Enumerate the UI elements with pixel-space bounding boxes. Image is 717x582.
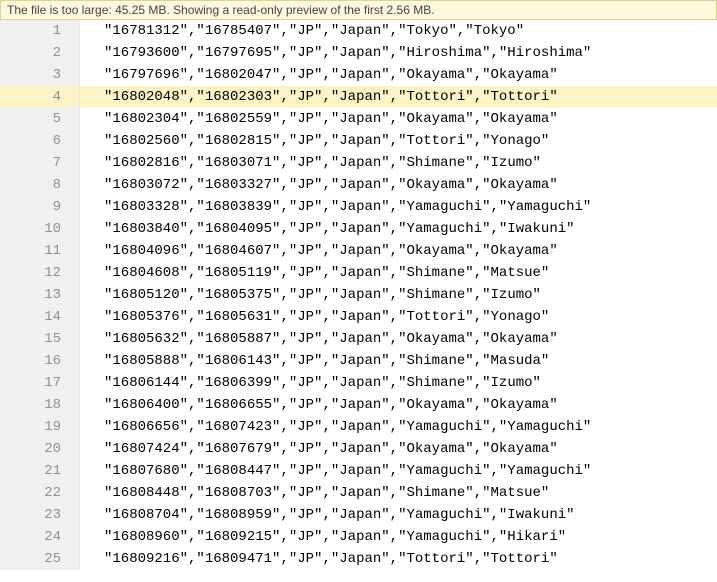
line-number: 5 (0, 108, 80, 130)
line-number: 4 (0, 86, 80, 108)
code-line: "16803072","16803327","JP","Japan","Okay… (80, 174, 717, 196)
code-line: "16806400","16806655","JP","Japan","Okay… (80, 394, 717, 416)
notice-filesize: 45.25 MB (115, 3, 166, 17)
line-number: 19 (0, 416, 80, 438)
code-row[interactable]: 22"16808448","16808703","JP","Japan","Sh… (0, 482, 717, 504)
code-row[interactable]: 21"16807680","16808447","JP","Japan","Ya… (0, 460, 717, 482)
code-row[interactable]: 25"16809216","16809471","JP","Japan","To… (0, 548, 717, 570)
code-line: "16808704","16808959","JP","Japan","Yama… (80, 504, 717, 526)
code-line: "16802048","16802303","JP","Japan","Tott… (80, 86, 717, 108)
code-row[interactable]: 12"16804608","16805119","JP","Japan","Sh… (0, 262, 717, 284)
editor-viewport[interactable]: 1"16781312","16785407","JP","Japan","Tok… (0, 20, 717, 582)
line-number: 17 (0, 372, 80, 394)
code-line: "16793600","16797695","JP","Japan","Hiro… (80, 42, 717, 64)
line-number: 18 (0, 394, 80, 416)
code-row[interactable]: 11"16804096","16804607","JP","Japan","Ok… (0, 240, 717, 262)
line-number: 9 (0, 196, 80, 218)
code-row[interactable]: 16"16805888","16806143","JP","Japan","Sh… (0, 350, 717, 372)
line-number: 15 (0, 328, 80, 350)
notice-prefix: The file is too large: (7, 3, 115, 17)
code-line: "16781312","16785407","JP","Japan","Toky… (80, 20, 717, 42)
line-number: 22 (0, 482, 80, 504)
line-number: 7 (0, 152, 80, 174)
line-number: 10 (0, 218, 80, 240)
code-line: "16803840","16804095","JP","Japan","Yama… (80, 218, 717, 240)
notice-suffix: . (431, 3, 434, 17)
line-number: 12 (0, 262, 80, 284)
line-number: 25 (0, 548, 80, 570)
code-line: "16803328","16803839","JP","Japan","Yama… (80, 196, 717, 218)
line-number: 23 (0, 504, 80, 526)
code-line: "16806144","16806399","JP","Japan","Shim… (80, 372, 717, 394)
code-row[interactable]: 10"16803840","16804095","JP","Japan","Ya… (0, 218, 717, 240)
code-line: "16804096","16804607","JP","Japan","Okay… (80, 240, 717, 262)
code-row[interactable]: 24"16808960","16809215","JP","Japan","Ya… (0, 526, 717, 548)
line-number: 24 (0, 526, 80, 548)
code-line: "16805120","16805375","JP","Japan","Shim… (80, 284, 717, 306)
code-row[interactable]: 13"16805120","16805375","JP","Japan","Sh… (0, 284, 717, 306)
code-row[interactable]: 17"16806144","16806399","JP","Japan","Sh… (0, 372, 717, 394)
file-too-large-notice: The file is too large: 45.25 MB. Showing… (0, 0, 717, 20)
code-row[interactable]: 23"16808704","16808959","JP","Japan","Ya… (0, 504, 717, 526)
code-row[interactable]: 6"16802560","16802815","JP","Japan","Tot… (0, 130, 717, 152)
line-number: 16 (0, 350, 80, 372)
code-row[interactable]: 15"16805632","16805887","JP","Japan","Ok… (0, 328, 717, 350)
line-number: 21 (0, 460, 80, 482)
notice-middle: . Showing a read-only preview of the fir… (166, 3, 386, 17)
line-number: 8 (0, 174, 80, 196)
code-line: "16807680","16808447","JP","Japan","Yama… (80, 460, 717, 482)
code-line: "16808448","16808703","JP","Japan","Shim… (80, 482, 717, 504)
line-number: 1 (0, 20, 80, 42)
code-line: "16806656","16807423","JP","Japan","Yama… (80, 416, 717, 438)
code-line: "16808960","16809215","JP","Japan","Yama… (80, 526, 717, 548)
code-row[interactable]: 2"16793600","16797695","JP","Japan","Hir… (0, 42, 717, 64)
code-line: "16809216","16809471","JP","Japan","Tott… (80, 548, 717, 570)
code-row[interactable]: 8"16803072","16803327","JP","Japan","Oka… (0, 174, 717, 196)
code-line: "16807424","16807679","JP","Japan","Okay… (80, 438, 717, 460)
line-number: 6 (0, 130, 80, 152)
code-line: "16804608","16805119","JP","Japan","Shim… (80, 262, 717, 284)
code-line: "16805376","16805631","JP","Japan","Tott… (80, 306, 717, 328)
code-row[interactable]: 4"16802048","16802303","JP","Japan","Tot… (0, 86, 717, 108)
line-number: 2 (0, 42, 80, 64)
code-line: "16802816","16803071","JP","Japan","Shim… (80, 152, 717, 174)
code-row[interactable]: 18"16806400","16806655","JP","Japan","Ok… (0, 394, 717, 416)
code-line: "16805632","16805887","JP","Japan","Okay… (80, 328, 717, 350)
code-row[interactable]: 1"16781312","16785407","JP","Japan","Tok… (0, 20, 717, 42)
code-row[interactable]: 19"16806656","16807423","JP","Japan","Ya… (0, 416, 717, 438)
line-number: 14 (0, 306, 80, 328)
code-row[interactable]: 3"16797696","16802047","JP","Japan","Oka… (0, 64, 717, 86)
line-number: 20 (0, 438, 80, 460)
line-number: 11 (0, 240, 80, 262)
code-row[interactable]: 20"16807424","16807679","JP","Japan","Ok… (0, 438, 717, 460)
code-line: "16802304","16802559","JP","Japan","Okay… (80, 108, 717, 130)
notice-previewsize: 2.56 MB (387, 3, 432, 17)
line-number: 3 (0, 64, 80, 86)
line-number: 13 (0, 284, 80, 306)
code-line: "16797696","16802047","JP","Japan","Okay… (80, 64, 717, 86)
code-line: "16805888","16806143","JP","Japan","Shim… (80, 350, 717, 372)
code-row[interactable]: 7"16802816","16803071","JP","Japan","Shi… (0, 152, 717, 174)
code-line: "16802560","16802815","JP","Japan","Tott… (80, 130, 717, 152)
code-row[interactable]: 14"16805376","16805631","JP","Japan","To… (0, 306, 717, 328)
code-rows-container: 1"16781312","16785407","JP","Japan","Tok… (0, 20, 717, 582)
code-row[interactable]: 9"16803328","16803839","JP","Japan","Yam… (0, 196, 717, 218)
code-row[interactable]: 5"16802304","16802559","JP","Japan","Oka… (0, 108, 717, 130)
